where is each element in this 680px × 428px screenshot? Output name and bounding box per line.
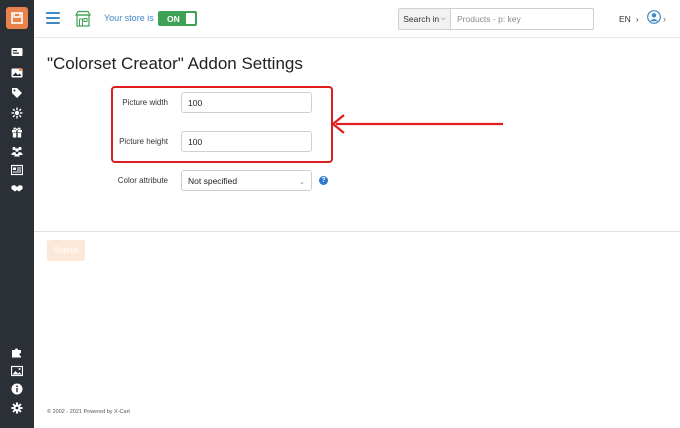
footer-copyright: © 2002 - 2021 Powered by X-Cart [47,409,130,415]
catalog-icon[interactable] [10,66,24,80]
submit-button[interactable]: Submit [47,240,85,261]
orders-icon[interactable] [10,45,24,59]
color-attribute-label: Color attribute [117,176,168,185]
store-status-toggle[interactable]: ON [158,11,197,26]
help-glyph: ? [321,177,326,184]
chevron-down-icon: ⌵ [441,15,446,22]
search-bar: Search in ⌵ [398,8,594,30]
toggle-label: ON [167,13,180,24]
search-scope-label: Search in [403,14,440,24]
language-selector[interactable]: EN › [619,14,639,24]
content-icon[interactable] [10,163,24,177]
annotation-arrow [331,114,503,134]
user-avatar-icon [647,9,661,29]
highlight-box [111,86,333,163]
partners-icon[interactable] [10,181,24,195]
sidebar [0,0,34,428]
top-header: Your store is ON Search in⌵ EN › › [34,0,680,38]
storefront-icon[interactable] [74,10,92,28]
images-icon[interactable] [10,364,24,378]
settings-icon[interactable] [10,401,24,415]
account-menu[interactable]: › [647,9,675,29]
xcart-logo-icon[interactable] [6,7,28,29]
chevron-right-icon: › [635,14,639,24]
tags-icon[interactable] [10,86,24,100]
users-icon[interactable] [10,144,24,158]
info-icon[interactable] [10,382,24,396]
toggle-knob [186,13,195,24]
store-status-label: Your store is [104,13,154,23]
chevron-down-icon: ⌄ [299,179,305,186]
color-attribute-value: Not specified [188,175,238,186]
addons-icon[interactable] [10,345,24,359]
color-attribute-select[interactable]: Not specified ⌄ [181,170,312,191]
menu-icon[interactable] [46,12,60,24]
search-input[interactable] [451,9,593,29]
form-divider [34,231,680,232]
chevron-right-icon: › [663,14,666,24]
language-label: EN [619,14,631,24]
gift-icon[interactable] [10,125,24,139]
page-title: "Colorset Creator" Addon Settings [47,54,303,73]
search-scope-button[interactable]: Search in ⌵ [399,9,451,29]
discounts-icon[interactable] [10,106,24,120]
help-icon[interactable]: ? [319,176,328,185]
